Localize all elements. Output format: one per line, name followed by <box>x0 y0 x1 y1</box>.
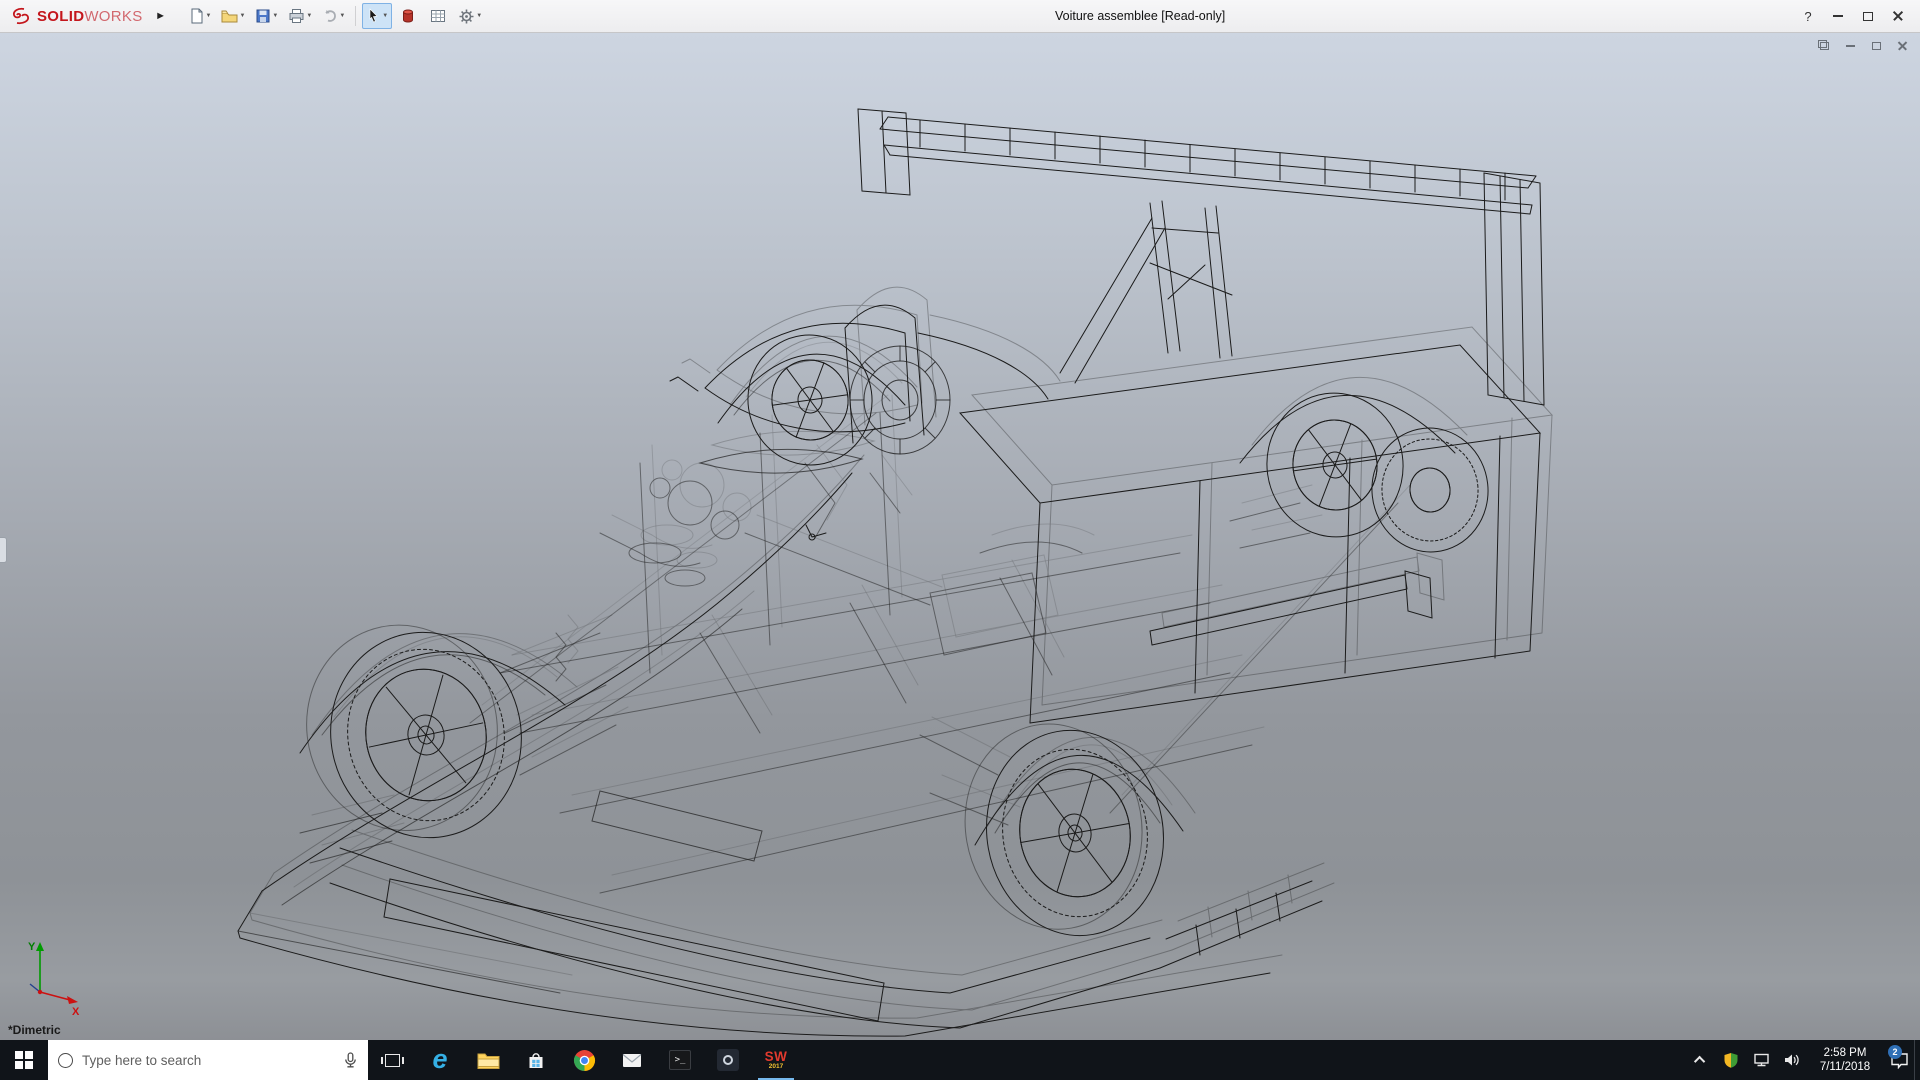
mail-button[interactable] <box>608 1040 656 1080</box>
viewport-window-controls <box>1816 39 1910 53</box>
show-desktop-button[interactable] <box>1914 1040 1920 1080</box>
minimize-icon <box>1833 15 1843 17</box>
task-view-button[interactable] <box>368 1040 416 1080</box>
undo-arrow-icon <box>322 8 338 24</box>
viewport-restore-button[interactable] <box>1816 39 1832 53</box>
viewport-minimize-button[interactable] <box>1842 39 1858 53</box>
printer-icon <box>288 8 305 24</box>
drawing-grid-icon <box>430 8 446 24</box>
file-explorer-button[interactable] <box>464 1040 512 1080</box>
featuremanager-collapsed-tab[interactable] <box>0 537 7 563</box>
edge-icon: e <box>432 1046 447 1073</box>
solidworks-taskbar-button[interactable]: SW 2017 <box>752 1040 800 1080</box>
dropdown-caret-icon[interactable]: ▼ <box>476 13 482 19</box>
rear-wing[interactable] <box>858 109 1544 405</box>
orientation-triad: Y X <box>6 934 90 1018</box>
maximize-icon <box>1863 12 1873 21</box>
dropdown-caret-icon[interactable]: ▼ <box>306 13 312 19</box>
x-axis-label: X <box>72 1006 80 1018</box>
select-tool-button[interactable]: ▼ <box>362 3 392 29</box>
print-button[interactable]: ▼ <box>284 3 316 29</box>
graphics-viewport[interactable]: Y X *Dimetric <box>0 33 1920 1040</box>
dropdown-caret-icon[interactable]: ▼ <box>239 13 245 19</box>
chrome-icon <box>573 1049 596 1072</box>
open-document-button[interactable]: ▼ <box>217 3 249 29</box>
volume-icon <box>1783 1052 1800 1068</box>
dark-app-button[interactable] <box>704 1040 752 1080</box>
options-button[interactable]: ▼ <box>454 3 486 29</box>
minimize-button[interactable] <box>1824 4 1852 28</box>
open-folder-icon <box>221 8 238 24</box>
settings-gear-icon <box>458 8 475 25</box>
solidworks-2017-icon: SW 2017 <box>765 1050 788 1071</box>
maximize-button[interactable] <box>1854 4 1882 28</box>
close-button[interactable] <box>1884 4 1912 28</box>
store-button[interactable] <box>512 1040 560 1080</box>
maximize-icon <box>1872 42 1881 50</box>
cortana-circle-icon <box>58 1053 73 1068</box>
file-explorer-icon <box>477 1050 500 1070</box>
undo-button[interactable]: ▼ <box>318 3 349 29</box>
drawing-sheet-button[interactable] <box>424 3 452 29</box>
windows-logo-icon <box>15 1051 33 1069</box>
new-document-button[interactable]: ▼ <box>185 3 216 29</box>
clock-date: 7/11/2018 <box>1820 1060 1870 1074</box>
hidden-icons-button[interactable] <box>1686 1040 1716 1080</box>
viewport-maximize-button[interactable] <box>1868 39 1884 53</box>
terminal-icon: >_ <box>669 1050 691 1070</box>
chrome-button[interactable] <box>560 1040 608 1080</box>
network-icon <box>1753 1052 1770 1068</box>
select-cursor-icon <box>366 8 381 24</box>
start-button[interactable] <box>0 1040 48 1080</box>
dark-app-icon <box>717 1049 739 1071</box>
menu-expand-arrow[interactable]: ► <box>151 3 171 29</box>
volume-tray-button[interactable] <box>1776 1040 1806 1080</box>
y-axis-label: Y <box>28 941 36 953</box>
search-input[interactable] <box>82 1053 334 1068</box>
windows-taskbar: e <box>0 1040 1920 1080</box>
dropdown-caret-icon[interactable]: ▼ <box>272 13 278 19</box>
red-cylinder-icon <box>401 8 415 24</box>
solidworks-window: SOLIDWORKS ► ▼ ▼ <box>0 0 1920 1080</box>
chevron-up-icon <box>1694 1056 1705 1067</box>
edge-button[interactable]: e <box>416 1040 464 1080</box>
wireframe-car-model[interactable] <box>0 33 1920 1040</box>
action-center-button[interactable]: 2 <box>1884 1040 1914 1080</box>
view-orientation-label: *Dimetric <box>8 1023 61 1037</box>
command-prompt-button[interactable]: >_ <box>656 1040 704 1080</box>
new-document-icon <box>189 8 205 24</box>
defender-tray-button[interactable] <box>1716 1040 1746 1080</box>
defender-shield-icon <box>1723 1052 1739 1069</box>
viewport-close-button[interactable] <box>1894 39 1910 53</box>
dropdown-caret-icon[interactable]: ▼ <box>382 13 388 19</box>
solidworks-logo: SOLIDWORKS <box>0 7 151 25</box>
store-bag-icon <box>525 1050 547 1071</box>
document-title: Voiture assemblee [Read-only] <box>486 9 1794 23</box>
task-view-icon <box>385 1054 400 1067</box>
save-floppy-icon <box>255 8 271 24</box>
help-button[interactable]: ? <box>1794 4 1822 28</box>
titlebar: SOLIDWORKS ► ▼ ▼ <box>0 0 1920 33</box>
front-splitter-mesh[interactable] <box>384 791 884 1021</box>
car-body[interactable] <box>238 305 1540 1036</box>
dropdown-caret-icon[interactable]: ▼ <box>339 13 345 19</box>
system-tray: 2:58 PM 7/11/2018 2 <box>1686 1040 1920 1080</box>
minimize-icon <box>1846 45 1855 47</box>
taskbar-search[interactable] <box>48 1040 368 1080</box>
window-controls: ? <box>1794 4 1920 28</box>
save-button[interactable]: ▼ <box>251 3 282 29</box>
dassault-swoosh-icon <box>10 7 32 25</box>
quick-access-toolbar: ▼ ▼ ▼ <box>171 3 487 29</box>
appearance-button[interactable] <box>394 3 422 29</box>
network-tray-button[interactable] <box>1746 1040 1776 1080</box>
brand-text: SOLIDWORKS <box>37 8 143 25</box>
mail-envelope-icon <box>621 1052 643 1069</box>
dropdown-caret-icon[interactable]: ▼ <box>206 13 212 19</box>
clock-time: 2:58 PM <box>1824 1046 1867 1060</box>
microphone-icon[interactable] <box>343 1052 358 1069</box>
toolbar-separator <box>355 6 356 26</box>
rear-right-wheel[interactable] <box>1258 384 1413 546</box>
notification-badge: 2 <box>1888 1045 1902 1059</box>
taskbar-clock[interactable]: 2:58 PM 7/11/2018 <box>1806 1040 1884 1080</box>
